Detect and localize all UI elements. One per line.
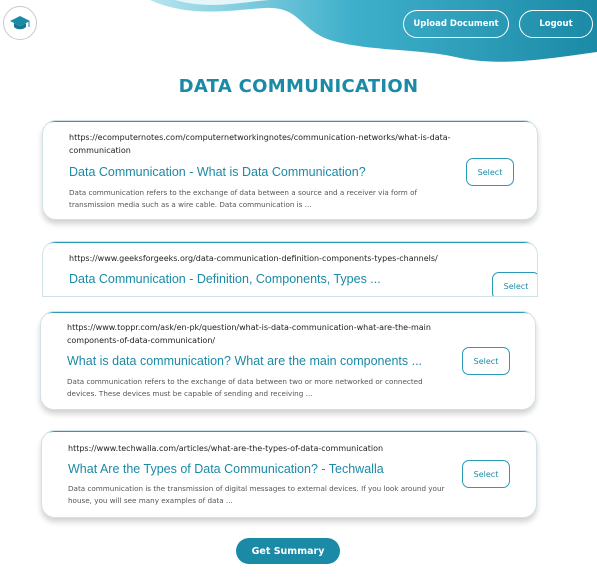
result-url[interactable]: https://www.techwalla.com/articles/what-…: [68, 442, 488, 455]
upload-document-button[interactable]: Upload Document: [403, 10, 509, 38]
select-button[interactable]: Select: [462, 347, 510, 375]
result-card: https://www.geeksforgeeks.org/data-commu…: [42, 241, 538, 297]
result-title[interactable]: What Are the Types of Data Communication…: [68, 462, 384, 476]
header-wave: [150, 0, 597, 62]
result-snippet: Data communication refers to the exchang…: [69, 188, 418, 209]
result-title[interactable]: Data Communication - Definition, Compone…: [69, 272, 381, 286]
graduation-cap-icon: [10, 16, 30, 30]
select-button[interactable]: Select: [462, 460, 510, 488]
result-card: https://www.toppr.com/ask/en-pk/question…: [40, 311, 536, 410]
select-button[interactable]: Select: [492, 272, 537, 296]
result-url[interactable]: https://www.toppr.com/ask/en-pk/question…: [67, 321, 453, 347]
app-logo[interactable]: [3, 6, 37, 40]
result-card: https://www.techwalla.com/articles/what-…: [41, 430, 537, 518]
logout-button[interactable]: Logout: [519, 10, 593, 38]
page-title: DATA COMMUNICATION: [178, 76, 419, 97]
get-summary-button[interactable]: Get Summary: [236, 538, 340, 564]
result-title[interactable]: What is data communication? What are the…: [67, 354, 422, 368]
result-card: https://ecomputernotes.com/computernetwo…: [42, 120, 538, 220]
result-title[interactable]: Data Communication - What is Data Commun…: [69, 165, 366, 179]
result-snippet: Data communication is the transmission o…: [68, 484, 445, 505]
result-snippet: Data communication refers to the exchang…: [67, 377, 423, 398]
select-button[interactable]: Select: [466, 158, 514, 186]
result-url[interactable]: https://ecomputernotes.com/computernetwo…: [69, 131, 469, 157]
result-url[interactable]: https://www.geeksforgeeks.org/data-commu…: [69, 252, 509, 265]
